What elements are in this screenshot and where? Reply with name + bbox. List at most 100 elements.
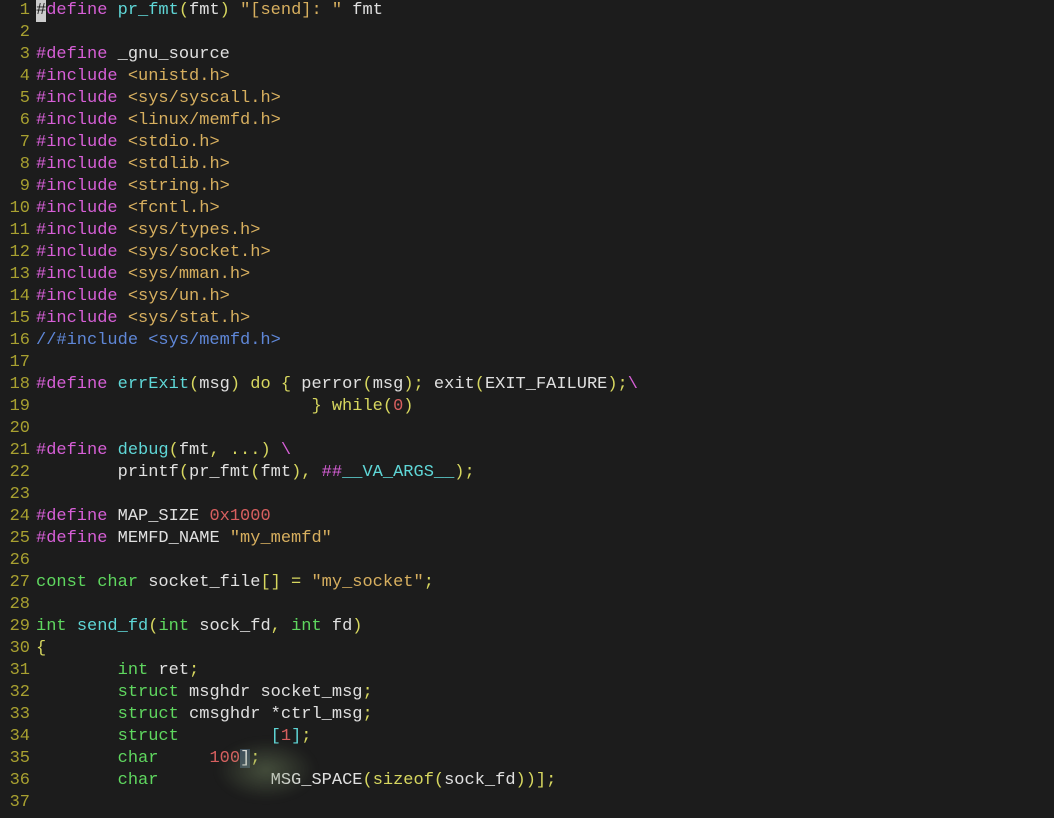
code-line[interactable]: #include <stdio.h> (36, 132, 1054, 154)
code-token (36, 771, 118, 790)
code-token: 100 (209, 749, 240, 768)
code-token: ( (475, 375, 485, 394)
line-number: 36 (0, 770, 30, 792)
code-line[interactable]: int send_fd(int sock_fd, int fd) (36, 616, 1054, 638)
code-token: } (36, 397, 332, 416)
line-number: 10 (0, 198, 30, 220)
code-token: <sys/mman.h> (128, 265, 250, 284)
code-editor[interactable]: 1234567891011121314151617181920212223242… (0, 0, 1054, 818)
code-line[interactable]: #include <fcntl.h> (36, 198, 1054, 220)
code-token: , (271, 617, 291, 636)
line-number: 14 (0, 286, 30, 308)
code-token: debug (118, 441, 169, 460)
line-number: 34 (0, 726, 30, 748)
code-token: #include (36, 265, 128, 284)
code-token: ; (424, 573, 434, 592)
code-token: char (118, 771, 159, 790)
code-area[interactable]: #define pr_fmt(fmt) "[send]: " fmt #defi… (36, 0, 1054, 818)
line-number: 32 (0, 682, 30, 704)
code-token: #include (36, 155, 128, 174)
code-line[interactable] (36, 22, 1054, 44)
code-line[interactable]: printf(pr_fmt(fmt), ##__VA_ARGS__); (36, 462, 1054, 484)
code-line[interactable] (36, 550, 1054, 572)
code-token (36, 661, 118, 680)
line-number: 4 (0, 66, 30, 88)
code-line[interactable]: char 100]; (36, 748, 1054, 770)
code-token: "my_memfd" (230, 529, 332, 548)
code-line[interactable]: #include <stdlib.h> (36, 154, 1054, 176)
code-token: ( (189, 375, 199, 394)
code-token: ); (454, 463, 474, 482)
code-token: #define (36, 441, 118, 460)
code-token: ; (363, 705, 373, 724)
code-token: ; (189, 661, 199, 680)
code-token: sock_fd (199, 617, 270, 636)
code-token: ## (322, 463, 342, 482)
code-line[interactable]: const char socket_file[] = "my_socket"; (36, 572, 1054, 594)
code-line[interactable] (36, 792, 1054, 814)
code-line[interactable]: #include <sys/types.h> (36, 220, 1054, 242)
code-line[interactable] (36, 352, 1054, 374)
code-token: <stdlib.h> (128, 155, 230, 174)
code-line[interactable]: #define debug(fmt, ...) \ (36, 440, 1054, 462)
code-line[interactable]: } while(0) (36, 396, 1054, 418)
code-token: ( (179, 1, 189, 20)
code-token: fmt (179, 441, 210, 460)
line-number: 35 (0, 748, 30, 770)
code-line[interactable]: //#include <sys/memfd.h> (36, 330, 1054, 352)
code-line[interactable]: #include <sys/mman.h> (36, 264, 1054, 286)
code-line[interactable]: #include <string.h> (36, 176, 1054, 198)
line-number: 29 (0, 616, 30, 638)
code-token: int (291, 617, 332, 636)
line-number: 33 (0, 704, 30, 726)
code-line[interactable]: #define MEMFD_NAME "my_memfd" (36, 528, 1054, 550)
code-line[interactable]: int ret; (36, 660, 1054, 682)
code-line[interactable]: #include <sys/un.h> (36, 286, 1054, 308)
code-token: char (118, 749, 159, 768)
code-token (36, 705, 118, 724)
code-token: { (36, 639, 46, 658)
code-token: { (271, 375, 302, 394)
code-line[interactable] (36, 484, 1054, 506)
code-line[interactable]: #include <sys/syscall.h> (36, 88, 1054, 110)
line-number: 11 (0, 220, 30, 242)
line-number: 8 (0, 154, 30, 176)
code-line[interactable] (36, 418, 1054, 440)
code-token: struct (118, 683, 189, 702)
code-token: \ (281, 441, 291, 460)
code-token: <sys/socket.h> (128, 243, 271, 262)
code-token (36, 727, 118, 746)
line-number: 20 (0, 418, 30, 440)
code-line[interactable]: char MSG_SPACE(sizeof(sock_fd))]; (36, 770, 1054, 792)
code-token: #define (36, 529, 118, 548)
code-line[interactable]: #include <sys/stat.h> (36, 308, 1054, 330)
code-line[interactable] (36, 594, 1054, 616)
code-token: #define (36, 375, 118, 394)
code-line[interactable]: #define errExit(msg) do { perror(msg); e… (36, 374, 1054, 396)
code-line[interactable]: #include <unistd.h> (36, 66, 1054, 88)
code-line[interactable]: struct msghdr socket_msg; (36, 682, 1054, 704)
code-token: perror (301, 375, 362, 394)
code-token: char (97, 573, 148, 592)
code-line[interactable]: #define pr_fmt(fmt) "[send]: " fmt (36, 0, 1054, 22)
code-line[interactable]: #define MAP_SIZE 0x1000 (36, 506, 1054, 528)
code-line[interactable]: struct cmsghdr *ctrl_msg; (36, 704, 1054, 726)
code-line[interactable]: { (36, 638, 1054, 660)
code-token: #define (36, 507, 118, 526)
code-token: MSG_SPACE (271, 771, 363, 790)
code-token: fmt (342, 1, 383, 20)
line-number: 17 (0, 352, 30, 374)
code-line[interactable]: #define _gnu_source (36, 44, 1054, 66)
code-line[interactable]: struct [1]; (36, 726, 1054, 748)
code-token: EXIT_FAILURE (485, 375, 607, 394)
line-number: 31 (0, 660, 30, 682)
line-number: 18 (0, 374, 30, 396)
line-number: 23 (0, 484, 30, 506)
code-token: "my_socket" (311, 573, 423, 592)
code-line[interactable]: #include <sys/socket.h> (36, 242, 1054, 264)
code-token: exit (434, 375, 475, 394)
code-line[interactable]: #include <linux/memfd.h> (36, 110, 1054, 132)
line-number: 16 (0, 330, 30, 352)
code-token: socket_msg (260, 683, 362, 702)
code-token: <linux/memfd.h> (128, 111, 281, 130)
